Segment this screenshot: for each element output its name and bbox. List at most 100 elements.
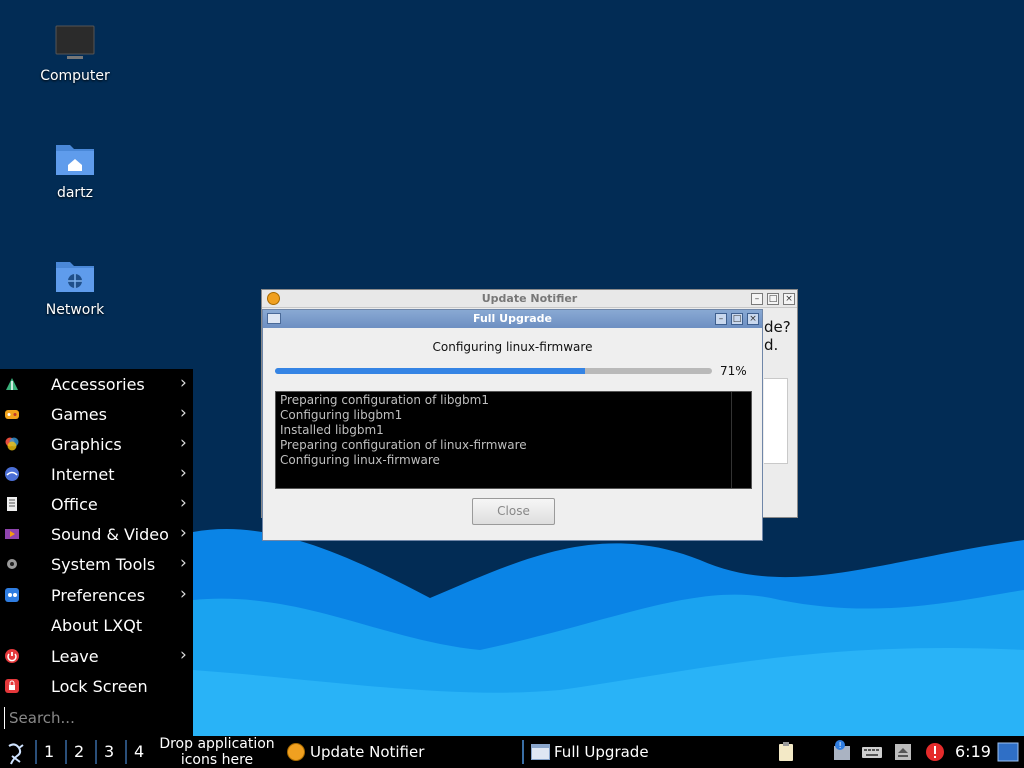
log-line: Preparing configuration of libgbm1	[280, 393, 489, 407]
menu-item-lock-screen[interactable]: Lock Screen	[0, 671, 193, 701]
upgrade-status: Configuring linux-firmware	[432, 340, 593, 354]
chevron-right-icon: ›	[180, 403, 187, 423]
menu-item-label: Games	[51, 405, 107, 424]
desktop-icon-dartz[interactable]: dartz	[30, 139, 120, 201]
lxqt-logo-icon	[8, 743, 24, 765]
system-tools-icon	[4, 556, 20, 572]
menu-item-label: Office	[51, 495, 98, 514]
menu-item-preferences[interactable]: Preferences ›	[0, 580, 193, 610]
full-upgrade-title: Full Upgrade	[472, 312, 553, 325]
lock-icon	[4, 678, 20, 694]
chevron-right-icon: ›	[180, 523, 187, 543]
leave-icon	[4, 648, 20, 664]
menu-item-label: Accessories	[51, 375, 145, 394]
taskbar: 1 2 3 4 Drop application icons here Upda…	[0, 736, 1024, 768]
menu-item-label: Graphics	[51, 435, 122, 454]
menu-item-label: Preferences	[51, 586, 146, 605]
desktop-switch-3[interactable]: 3	[104, 742, 114, 761]
desktop-icon-label: Network	[45, 302, 105, 318]
menu-search-input[interactable]: Search...	[4, 707, 189, 729]
network-folder-icon	[53, 256, 97, 296]
quicklaunch-area[interactable]: Drop application icons here	[153, 736, 281, 768]
chevron-right-icon: ›	[180, 463, 187, 483]
accessories-icon	[4, 376, 20, 392]
chevron-right-icon: ›	[180, 373, 187, 393]
desktop-icon-computer[interactable]: Computer	[30, 22, 120, 84]
show-desktop-icon[interactable]	[997, 736, 1019, 768]
close-icon[interactable]: ×	[747, 313, 759, 325]
notification-icon[interactable]: !	[832, 736, 852, 768]
maximize-button[interactable]: □	[731, 313, 743, 325]
menu-item-label: Sound & Video	[51, 525, 169, 544]
chevron-right-icon: ›	[180, 645, 187, 665]
menu-item-office[interactable]: Office ›	[0, 489, 193, 519]
svg-text:!: !	[839, 741, 842, 750]
clock[interactable]: 6:19	[955, 742, 991, 761]
task-label: Full Upgrade	[554, 743, 649, 761]
desktop-switch-4[interactable]: 4	[134, 742, 144, 761]
upgrade-log[interactable]: Preparing configuration of libgbm1 Config…	[275, 391, 752, 489]
update-alert-icon[interactable]	[925, 736, 945, 768]
main-menu-button[interactable]	[4, 736, 28, 768]
menu-item-internet[interactable]: Internet ›	[0, 459, 193, 489]
close-icon[interactable]: ×	[783, 293, 795, 305]
task-update-notifier[interactable]: Update Notifier	[286, 739, 516, 765]
separator	[522, 740, 524, 764]
quicklaunch-hint: icons here	[180, 752, 254, 768]
menu-item-label: Internet	[51, 465, 115, 484]
minimize-button[interactable]: –	[751, 293, 763, 305]
chevron-right-icon: ›	[180, 433, 187, 453]
keyboard-icon[interactable]	[861, 736, 883, 768]
menu-item-games[interactable]: Games ›	[0, 399, 193, 429]
menu-item-sound-video[interactable]: Sound & Video ›	[0, 519, 193, 549]
update-notifier-title: Update Notifier	[481, 292, 578, 305]
games-icon	[4, 406, 20, 422]
message-line: de?	[764, 318, 791, 336]
application-menu[interactable]: Search... Accessories › Games › Graphics › Int…	[0, 369, 193, 736]
chevron-right-icon: ›	[180, 584, 187, 604]
log-line: Configuring libgbm1	[280, 408, 403, 422]
menu-item-label: About LXQt	[51, 616, 143, 635]
update-notifier-message: de? d.	[764, 318, 791, 354]
progress-fill	[275, 368, 586, 374]
clipboard-icon[interactable]	[776, 736, 796, 768]
menu-item-about-lxqt[interactable]: About LXQt	[0, 610, 193, 640]
chevron-right-icon: ›	[180, 553, 187, 573]
menu-item-label: System Tools	[51, 555, 156, 574]
menu-item-accessories[interactable]: Accessories ›	[0, 369, 193, 399]
desktop-icon-label: dartz	[56, 185, 94, 201]
menu-item-leave[interactable]: Leave ›	[0, 641, 193, 671]
full-upgrade-window[interactable]: Full Upgrade – □ × Configuring linux-fir…	[262, 309, 763, 541]
progress-percent: 71%	[720, 364, 747, 378]
desktop-switch-2[interactable]: 2	[74, 742, 84, 761]
maximize-button[interactable]: □	[767, 293, 779, 305]
minimize-button[interactable]: –	[715, 313, 727, 325]
upgrade-progress-bar	[275, 368, 712, 374]
eject-icon[interactable]	[893, 736, 913, 768]
desktop-icon-network[interactable]: Network	[30, 256, 120, 318]
log-scrollbar[interactable]	[731, 392, 751, 488]
update-notifier-app-icon	[287, 743, 305, 761]
desktop-icon-label: Computer	[40, 68, 110, 84]
full-upgrade-titlebar[interactable]: Full Upgrade – □ ×	[263, 310, 762, 328]
log-line: Installed libgbm1	[280, 423, 384, 437]
log-line: Preparing configuration of linux-firmwar…	[280, 438, 527, 452]
chevron-right-icon: ›	[180, 493, 187, 513]
sound-video-icon	[4, 526, 20, 542]
separator	[95, 740, 97, 764]
menu-item-system-tools[interactable]: System Tools ›	[0, 549, 193, 579]
task-label: Update Notifier	[310, 743, 425, 761]
menu-item-graphics[interactable]: Graphics ›	[0, 429, 193, 459]
quicklaunch-hint: Drop application	[159, 736, 275, 752]
desktop-switch-1[interactable]: 1	[44, 742, 54, 761]
separator	[65, 740, 67, 764]
preferences-icon	[4, 587, 20, 603]
menu-item-label: Lock Screen	[51, 677, 148, 696]
update-notifier-text-area	[764, 378, 788, 464]
graphics-icon	[4, 436, 20, 452]
task-full-upgrade[interactable]: Full Upgrade	[530, 739, 760, 765]
update-notifier-titlebar[interactable]: Update Notifier – □ ×	[262, 290, 797, 308]
message-line: d.	[764, 336, 779, 354]
separator	[125, 740, 127, 764]
close-button[interactable]: Close	[472, 498, 555, 525]
